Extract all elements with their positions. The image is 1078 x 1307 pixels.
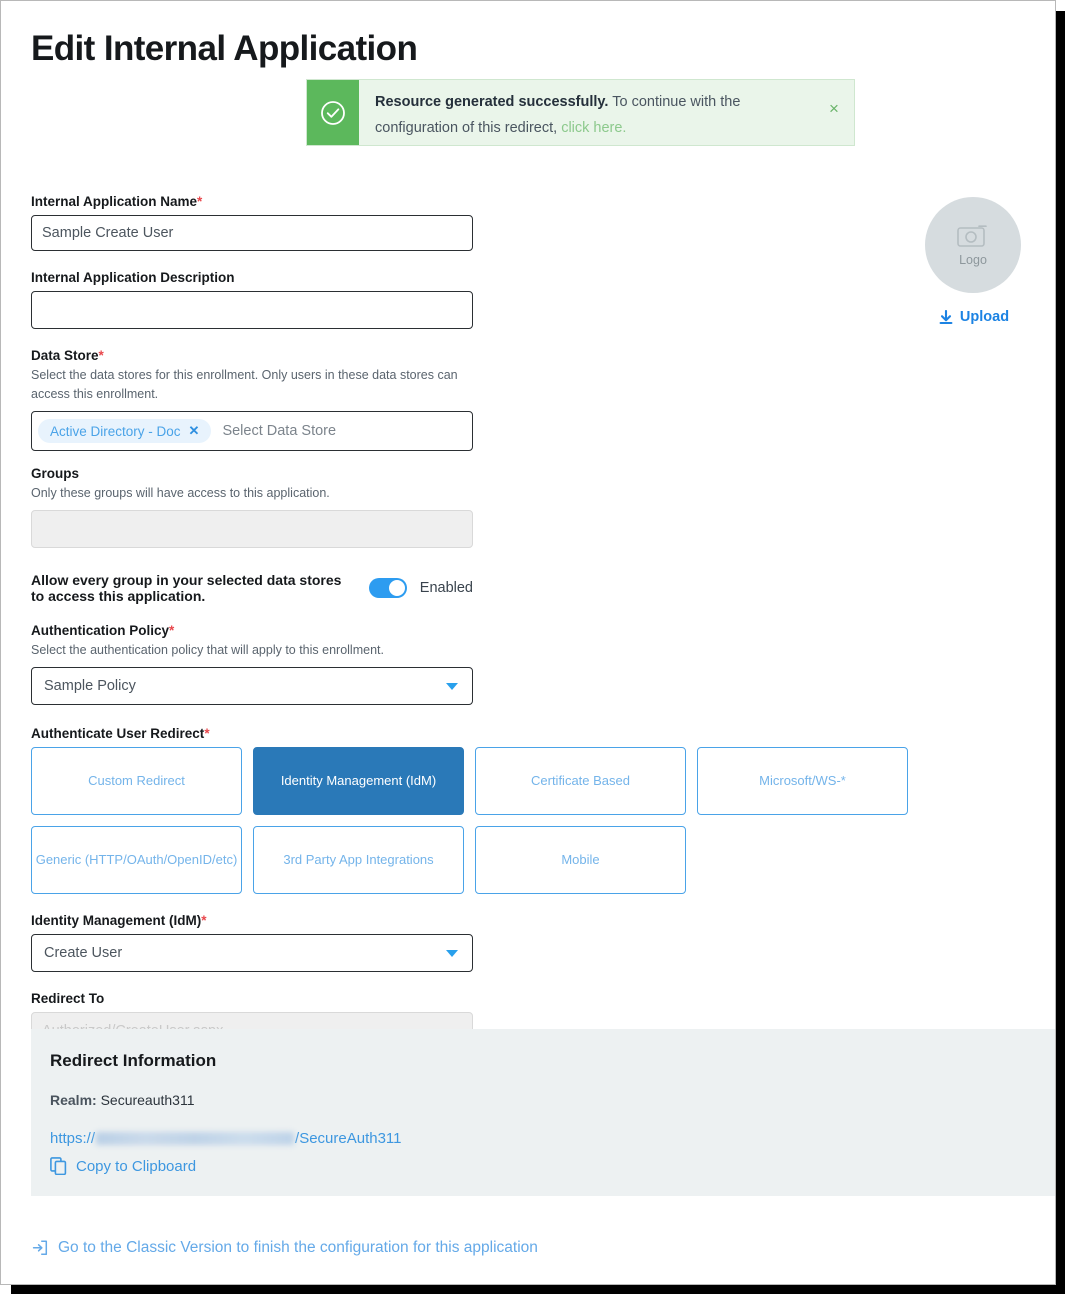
- remove-tag-icon[interactable]: ✕: [189, 423, 200, 439]
- logo-caption: Logo: [959, 253, 987, 267]
- alert-click-here-link[interactable]: click here.: [561, 120, 626, 136]
- check-circle-icon: [307, 80, 359, 145]
- redirect-information-title: Redirect Information: [50, 1051, 217, 1070]
- page-content: Edit Internal Application Resource gener…: [1, 1, 1055, 1284]
- required-marker: *: [201, 913, 207, 928]
- groups-label: Groups: [31, 466, 80, 481]
- idm-label: Identity Management (IdM)*: [31, 913, 207, 928]
- upload-label: Upload: [959, 309, 1010, 325]
- allow-all-groups-state: Enabled: [419, 580, 473, 596]
- alert-strong-text: Resource generated successfully.: [375, 94, 609, 110]
- required-marker: *: [169, 623, 175, 638]
- data-store-tag-label: Active Directory - Doc: [50, 423, 181, 439]
- auth-policy-value: Sample Policy: [44, 678, 136, 694]
- data-store-placeholder: Select Data Store: [222, 423, 337, 439]
- redirect-tile-generic[interactable]: Generic (HTTP/OAuth/OpenID/etc): [31, 826, 242, 894]
- alert-close-button[interactable]: ×: [814, 80, 854, 145]
- groups-input: [31, 510, 473, 548]
- redirect-to-label: Redirect To: [31, 991, 105, 1006]
- page-title: Edit Internal Application: [31, 29, 418, 68]
- app-description-input[interactable]: [31, 291, 473, 329]
- app-name-input[interactable]: Sample Create User: [31, 215, 473, 251]
- app-name-label: Internal Application Name*: [31, 194, 203, 209]
- redirect-url[interactable]: https:// /SecureAuth311: [50, 1130, 1055, 1147]
- logo-placeholder[interactable]: Logo: [925, 197, 1021, 293]
- required-marker: *: [98, 348, 104, 363]
- idm-value: Create User: [44, 945, 123, 961]
- redirect-tile-3rd-party-app[interactable]: 3rd Party App Integrations: [253, 826, 464, 894]
- data-store-tag: Active Directory - Doc ✕: [38, 419, 212, 443]
- data-store-label: Data Store*: [31, 348, 104, 363]
- url-redacted-host: [96, 1132, 295, 1145]
- realm-value: Secureauth311: [100, 1092, 195, 1108]
- url-prefix: https://: [50, 1130, 96, 1147]
- redirect-tile-custom-redirect[interactable]: Custom Redirect: [31, 747, 242, 815]
- redirect-tile-mobile[interactable]: Mobile: [475, 826, 686, 894]
- allow-all-groups-label: Allow every group in your selected data …: [31, 572, 342, 604]
- redirect-information-panel: Redirect Information Realm: Secureauth31…: [31, 1029, 1055, 1196]
- sign-in-arrow-icon: [32, 1240, 48, 1256]
- upload-logo-button[interactable]: Upload: [925, 309, 1023, 325]
- app-description-label: Internal Application Description: [31, 270, 235, 285]
- idm-select[interactable]: Create User: [31, 934, 473, 972]
- application-form: Internal Application Name* Sample Create…: [31, 194, 908, 1050]
- redirect-tile-microsoft-ws[interactable]: Microsoft/WS-*: [697, 747, 908, 815]
- copy-to-clipboard-label: Copy to Clipboard: [76, 1157, 197, 1175]
- authenticate-user-redirect-label: Authenticate User Redirect*: [31, 726, 210, 741]
- url-suffix: /SecureAuth311: [295, 1130, 402, 1147]
- data-store-help: Select the data stores for this enrollme…: [31, 368, 458, 401]
- copy-to-clipboard-button[interactable]: Copy to Clipboard: [50, 1157, 1055, 1175]
- copy-icon: [50, 1157, 67, 1175]
- download-arrow-icon: [939, 309, 953, 325]
- auth-policy-help: Select the authentication policy that wi…: [31, 643, 384, 657]
- realm-label: Realm:: [50, 1092, 97, 1108]
- auth-policy-label: Authentication Policy*: [31, 623, 175, 638]
- classic-version-link[interactable]: Go to the Classic Version to finish the …: [32, 1239, 538, 1257]
- data-store-input[interactable]: Active Directory - Doc ✕ Select Data Sto…: [31, 411, 473, 451]
- realm-line: Realm: Secureauth311: [50, 1092, 1055, 1108]
- groups-help: Only these groups will have access to th…: [31, 486, 330, 500]
- classic-version-label: Go to the Classic Version to finish the …: [58, 1239, 538, 1256]
- application-window: Edit Internal Application Resource gener…: [0, 0, 1056, 1285]
- allow-all-groups-row: Allow every group in your selected data …: [31, 572, 473, 604]
- camera-icon: [956, 223, 990, 249]
- success-alert: Resource generated successfully. To cont…: [306, 79, 855, 146]
- required-marker: *: [204, 726, 210, 741]
- chevron-down-icon: [446, 683, 458, 690]
- chevron-down-icon: [446, 950, 458, 957]
- redirect-type-tiles: Custom Redirect Identity Management (IdM…: [31, 747, 921, 894]
- auth-policy-select[interactable]: Sample Policy: [31, 667, 473, 705]
- required-marker: *: [197, 194, 203, 209]
- redirect-tile-identity-management[interactable]: Identity Management (IdM): [253, 747, 464, 815]
- allow-all-groups-toggle[interactable]: [368, 578, 407, 598]
- toggle-knob: [387, 579, 406, 597]
- logo-upload-widget: Logo Upload: [925, 197, 1023, 325]
- redirect-tile-certificate-based[interactable]: Certificate Based: [475, 747, 686, 815]
- alert-message: Resource generated successfully. To cont…: [359, 80, 814, 145]
